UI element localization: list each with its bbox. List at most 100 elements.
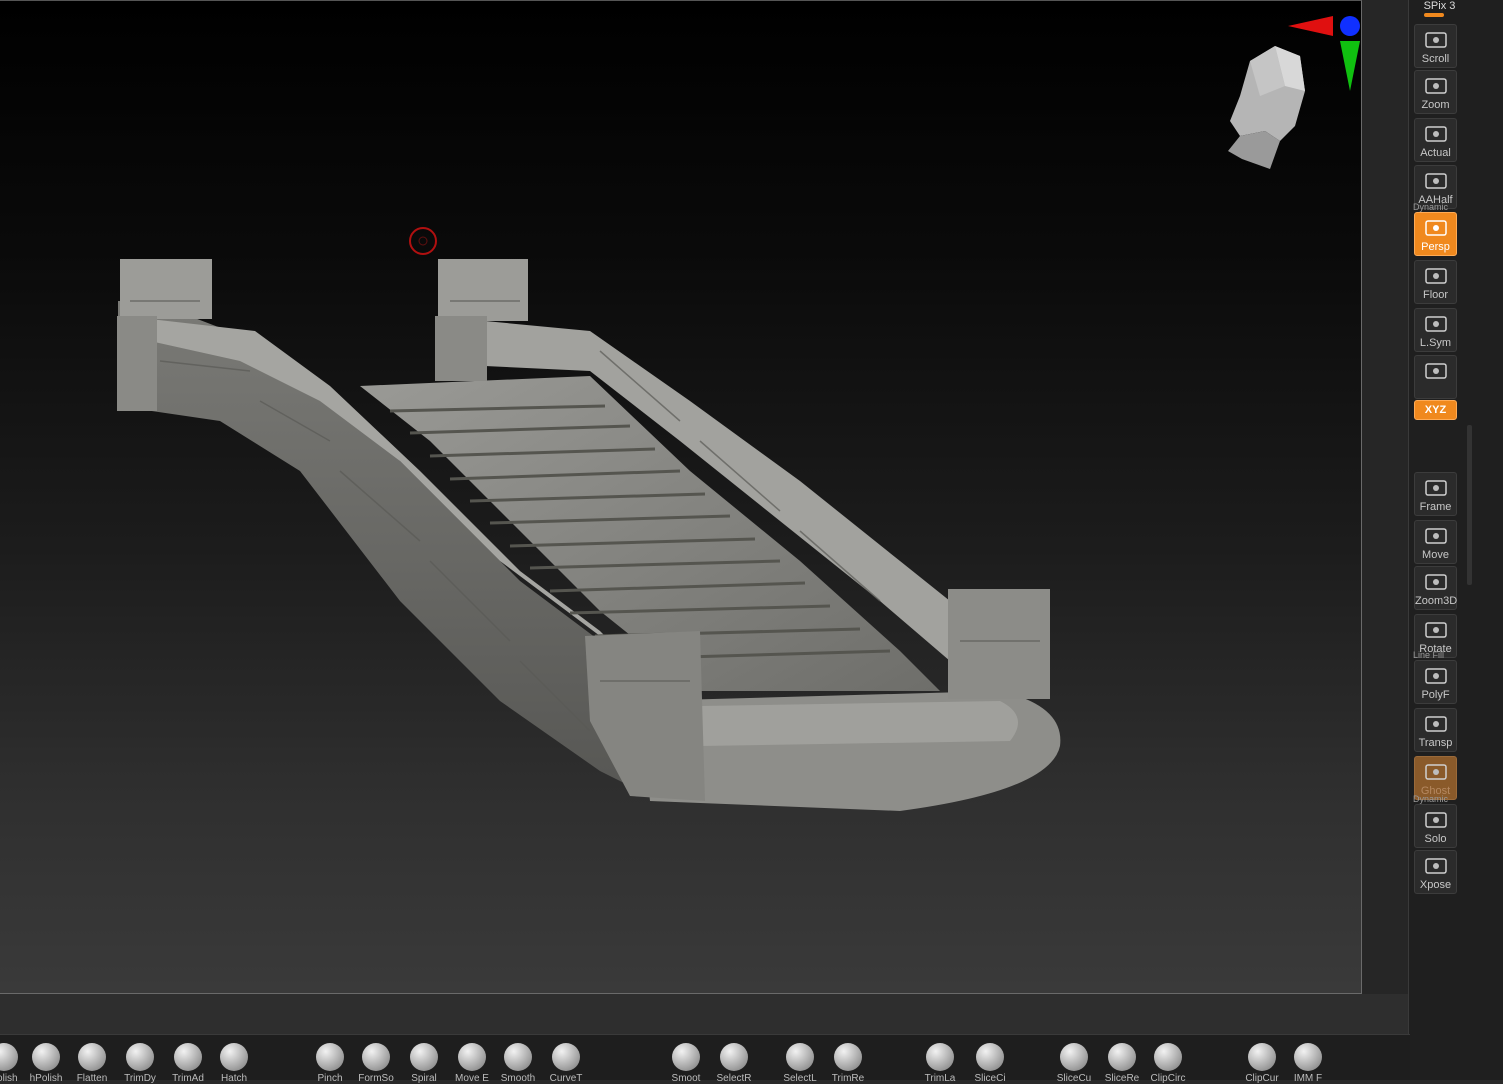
brush-smooth[interactable]: Smooth: [496, 1041, 540, 1084]
brush-trimre[interactable]: TrimRe: [826, 1041, 870, 1084]
shelf-button-label: Solo: [1424, 833, 1447, 845]
frame-icon: [1424, 480, 1447, 496]
shelf-button-label: Zoom: [1421, 99, 1450, 111]
trimre-brush-icon: [834, 1043, 862, 1071]
move-e-brush-icon: [458, 1043, 486, 1071]
actual-button[interactable]: Actual: [1414, 118, 1457, 162]
brush-label: TrimAd: [172, 1073, 204, 1084]
aahalf-icon: [1424, 173, 1447, 189]
brush-label: TrimDy: [124, 1073, 156, 1084]
pinch-brush-icon: [316, 1043, 344, 1071]
polyf-button[interactable]: PolyF Line Fill: [1413, 650, 1457, 704]
xyz-button[interactable]: XYZ: [1414, 400, 1457, 420]
trimla-brush-icon: [926, 1043, 954, 1071]
shelf-button-caption: Line Fill: [1413, 650, 1445, 660]
shelf-button-label: Actual: [1420, 147, 1451, 159]
solo-icon: [1424, 812, 1447, 828]
brush-selectl[interactable]: SelectL: [778, 1041, 822, 1084]
brush-hatch[interactable]: Hatch: [212, 1041, 256, 1084]
brush-smoot[interactable]: Smoot: [664, 1041, 708, 1084]
canvas-viewport[interactable]: [0, 0, 1362, 994]
spix-slider[interactable]: [1424, 13, 1444, 17]
brush-label: FormSo: [358, 1073, 394, 1084]
slicere-brush-icon: [1108, 1043, 1136, 1071]
brush-selectr[interactable]: SelectR: [712, 1041, 756, 1084]
polyf-icon: [1424, 668, 1447, 684]
floor-button[interactable]: Floor: [1414, 260, 1457, 304]
brush-label: SelectL: [783, 1073, 817, 1084]
shelf-gutter: [1362, 0, 1408, 1034]
hpolish-brush-icon: [32, 1043, 60, 1071]
sliceci-brush-icon: [976, 1043, 1004, 1071]
brush-label: Spiral: [411, 1073, 437, 1084]
brush-clipcur[interactable]: ClipCur: [1240, 1041, 1284, 1084]
brush-imm-f[interactable]: IMM F: [1286, 1041, 1330, 1084]
brush-slicere[interactable]: SliceRe: [1100, 1041, 1144, 1084]
brush-label: Smooth: [500, 1073, 536, 1084]
brush-label: Flatten: [76, 1073, 108, 1084]
brush-slicecu[interactable]: SliceCu: [1052, 1041, 1096, 1084]
trimad-brush-icon: [174, 1043, 202, 1071]
persp-icon: [1424, 220, 1447, 236]
brush-label: Hatch: [220, 1073, 248, 1084]
brush-label: Smoot: [671, 1073, 701, 1084]
brush-label: CurveT: [549, 1073, 583, 1084]
brush-spiral[interactable]: Spiral: [402, 1041, 446, 1084]
brush-flatten[interactable]: Flatten: [70, 1041, 114, 1084]
move-button[interactable]: Move: [1414, 520, 1457, 564]
brush-sliceci[interactable]: SliceCi: [968, 1041, 1012, 1084]
frame-button[interactable]: Frame: [1414, 472, 1457, 516]
curvet-brush-icon: [552, 1043, 580, 1071]
persp-button[interactable]: Persp Dynamic: [1413, 202, 1457, 256]
scroll-icon: [1424, 32, 1447, 48]
solo-button[interactable]: Solo Dynamic: [1413, 794, 1457, 848]
brush-label: hPolish: [29, 1073, 63, 1084]
zoom3d-button[interactable]: Zoom3D: [1414, 566, 1457, 610]
shelf-button-label: Zoom3D: [1415, 595, 1458, 607]
brush-label: Pinch: [317, 1073, 343, 1084]
transp-button[interactable]: Transp: [1414, 708, 1457, 752]
transp-icon: [1424, 716, 1447, 732]
brush-clipcirc[interactable]: ClipCirc: [1146, 1041, 1190, 1084]
brush-label: SliceRe: [1104, 1073, 1140, 1084]
shelf-button-label: Frame: [1419, 501, 1452, 513]
flatten-brush-icon: [78, 1043, 106, 1071]
brush-label: TrimLa: [924, 1073, 956, 1084]
l-sym-button[interactable]: L.Sym: [1414, 308, 1457, 352]
brush-label: ClipCur: [1245, 1073, 1279, 1084]
zoom-icon: [1424, 78, 1447, 94]
shelf-button-label: Move: [1422, 549, 1449, 561]
shelf-button-label: Xpose: [1419, 879, 1452, 891]
rotate-icon: [1424, 622, 1447, 638]
brush-curvet[interactable]: CurveT: [544, 1041, 588, 1084]
brush-trimdy[interactable]: TrimDy: [118, 1041, 162, 1084]
brush-cursor-icon: [409, 227, 437, 255]
stone-bridge-model: [117, 259, 1061, 811]
imm-f-brush-icon: [1294, 1043, 1322, 1071]
ghost-icon: [1424, 764, 1447, 780]
xpose-icon: [1424, 858, 1447, 874]
right-shelf: SPix 3 Scroll Zoom Actual AAHalf Persp Dynami…: [1408, 0, 1503, 1080]
scroll-button[interactable]: Scroll: [1414, 24, 1457, 68]
lock-button[interactable]: [1414, 355, 1457, 399]
brush-formso[interactable]: FormSo: [354, 1041, 398, 1084]
brush-label: SelectR: [716, 1073, 752, 1084]
shelf-button-label: PolyF: [1421, 689, 1450, 701]
brush-trimad[interactable]: TrimAd: [166, 1041, 210, 1084]
brush-label: IMM F: [1293, 1073, 1323, 1084]
zoom-button[interactable]: Zoom: [1414, 70, 1457, 114]
shelf-button-label: L.Sym: [1419, 337, 1452, 349]
hatch-brush-icon: [220, 1043, 248, 1071]
spiral-brush-icon: [410, 1043, 438, 1071]
shelf-scrollbar[interactable]: [1467, 425, 1472, 585]
brush-hpolish[interactable]: hPolish: [24, 1041, 68, 1084]
brush-trimla[interactable]: TrimLa: [918, 1041, 962, 1084]
axis-gizmo-icon[interactable]: [1288, 11, 1368, 101]
brush-move-e[interactable]: Move E: [450, 1041, 494, 1084]
brush-pinch[interactable]: Pinch: [308, 1041, 352, 1084]
trimdy-brush-icon: [126, 1043, 154, 1071]
brush-shelf: PolishhPolishFlattenTrimDyTrimAdHatchPin…: [0, 1034, 1410, 1084]
xpose-button[interactable]: Xpose: [1414, 850, 1457, 894]
shelf-button-caption: Dynamic: [1413, 202, 1449, 212]
selectl-brush-icon: [786, 1043, 814, 1071]
